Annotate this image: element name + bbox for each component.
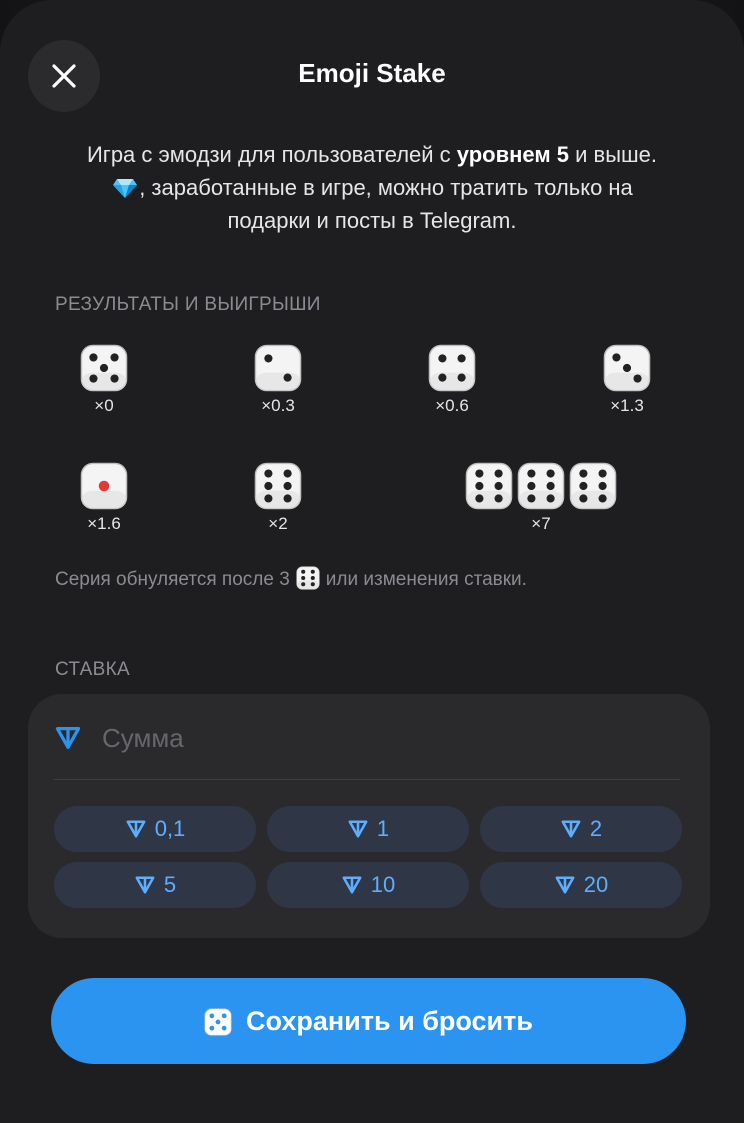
emoji-stake-dialog: Emoji Stake Игра с эмодзи для пользовате… [0, 0, 744, 1123]
multiplier-label: ×2 [268, 514, 288, 533]
dice-group [80, 344, 128, 392]
dice-group [428, 344, 476, 392]
description-level: уровнем 5 [456, 142, 569, 167]
stake-card: 0,1 1 2 5 10 20 [28, 694, 710, 938]
die-icon [204, 1006, 232, 1037]
amount-row [54, 718, 602, 758]
ton-icon [348, 820, 368, 838]
result-x7: ×7 [465, 462, 617, 534]
multiplier-label: ×1.3 [610, 396, 644, 415]
description-part1: Игра с эмодзи для пользователей с [86, 142, 457, 167]
result-x1-3: ×1.3 [603, 344, 651, 416]
description-part3: , заработанные в игре, можно тратить тол… [139, 175, 633, 233]
ton-icon [342, 876, 362, 894]
die-icon [465, 462, 513, 510]
die-icon [603, 344, 651, 392]
dice-group [80, 462, 128, 510]
result-x2: ×2 [254, 462, 302, 534]
dice-group [254, 462, 302, 510]
chip-label: 2 [589, 816, 603, 841]
die-icon [80, 462, 128, 510]
chip-5[interactable]: 5 [54, 862, 256, 908]
divider [54, 779, 680, 780]
dice-group [603, 344, 651, 392]
result-x0: ×0 [80, 344, 128, 416]
multiplier-label: ×0.6 [435, 396, 469, 415]
save-and-roll-button[interactable]: Сохранить и бросить [51, 978, 686, 1064]
dialog-description: Игра с эмодзи для пользователей с уровне… [70, 138, 674, 237]
multiplier-label: ×0.3 [261, 396, 295, 415]
die-icon [290, 566, 326, 590]
gem-icon [113, 179, 138, 198]
chip-1[interactable]: 1 [267, 806, 469, 852]
result-x1-6: ×1.6 [80, 462, 128, 534]
die-icon [428, 344, 476, 392]
chip-20[interactable]: 20 [480, 862, 682, 908]
dice-group [254, 344, 302, 392]
chip-0-1[interactable]: 0,1 [54, 806, 256, 852]
ton-icon [561, 820, 581, 838]
chip-label: 1 [376, 816, 390, 841]
cta-label: Сохранить и бросить [246, 1005, 533, 1036]
note-text-before: Серия обнуляется после 3 [55, 569, 290, 590]
die-icon [254, 344, 302, 392]
multiplier-label: ×7 [531, 514, 551, 533]
ton-icon [135, 876, 155, 894]
chip-label: 5 [163, 872, 177, 897]
preset-chips: 0,1 1 2 5 10 20 [54, 806, 682, 908]
chip-2[interactable]: 2 [480, 806, 682, 852]
ton-icon [555, 876, 575, 894]
chip-label: 0,1 [154, 816, 186, 841]
streak-note: Серия обнуляется после 3 или изменения с… [55, 566, 527, 591]
die-icon [80, 344, 128, 392]
results-section-label: РЕЗУЛЬТАТЫ И ВЫИГРЫШИ [55, 294, 321, 315]
note-text-after: или изменения ставки. [325, 569, 527, 590]
die-icon [517, 462, 565, 510]
multiplier-label: ×0 [94, 396, 114, 415]
dialog-title: Emoji Stake [298, 58, 446, 88]
result-x0-3: ×0.3 [254, 344, 302, 416]
die-icon [569, 462, 617, 510]
chip-10[interactable]: 10 [267, 862, 469, 908]
ton-icon [126, 820, 146, 838]
stake-section-label: СТАВКА [55, 659, 130, 680]
chip-label: 20 [583, 872, 609, 897]
result-x0-6: ×0.6 [428, 344, 476, 416]
description-part2: и выше. [569, 142, 658, 167]
die-icon [254, 462, 302, 510]
amount-input[interactable] [102, 722, 602, 754]
dice-group [465, 462, 617, 510]
multiplier-label: ×1.6 [87, 514, 121, 533]
ton-icon [55, 727, 81, 749]
chip-label: 10 [370, 872, 396, 897]
